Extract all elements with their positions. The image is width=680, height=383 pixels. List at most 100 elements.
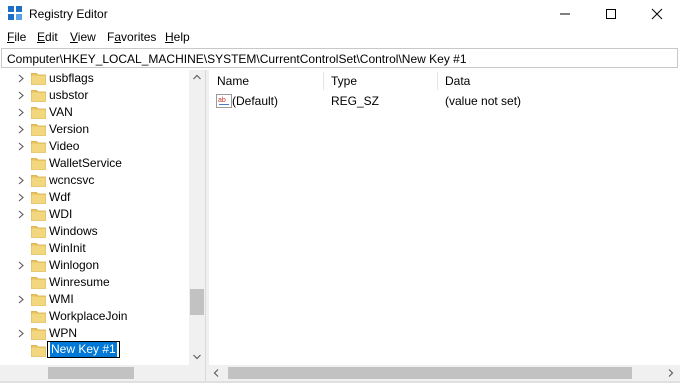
value-type: REG_SZ — [331, 94, 380, 108]
string-value-icon: ab — [216, 94, 232, 108]
chevron-right-icon[interactable] — [17, 261, 25, 270]
rename-input-text[interactable]: New Key #1 — [50, 342, 117, 357]
key-tree[interactable]: usbflags usbstor VAN Version Video WalletServ… — [0, 70, 205, 368]
value-name: (Default) — [232, 94, 279, 108]
value-data: (value not set) — [445, 94, 522, 108]
tree-item[interactable]: WDI — [0, 206, 190, 223]
chevron-right-icon[interactable] — [17, 91, 25, 100]
menu-edit-mnemonic: E — [37, 30, 46, 44]
folder-icon — [31, 311, 46, 323]
tree-item-label: WDI — [49, 207, 73, 221]
menu-favorites-rest: vorites — [121, 30, 157, 44]
tree-item[interactable]: WPN — [0, 325, 190, 342]
chevron-right-icon[interactable] — [17, 210, 25, 219]
tree-item-label: Winlogon — [49, 258, 100, 272]
tree-item[interactable]: Winlogon — [0, 257, 190, 274]
tree-horizontal-scroll-thumb[interactable] — [48, 367, 134, 379]
values-horizontal-scrollbar[interactable] — [209, 365, 680, 381]
values-horizontal-scroll-thumb[interactable] — [228, 367, 632, 379]
tree-item[interactable]: WorkplaceJoin — [0, 308, 190, 325]
folder-icon — [31, 243, 46, 255]
menu-help-rest: elp — [173, 30, 190, 44]
tree-item[interactable]: WMI — [0, 291, 190, 308]
tree-item[interactable]: WinInit — [0, 240, 190, 257]
tree-item-label: WMI — [49, 292, 74, 306]
tree-item-label: Winresume — [49, 275, 110, 289]
maximize-icon — [606, 9, 616, 19]
menu-view-rest: iew — [77, 30, 96, 44]
values-list[interactable]: Name Type Data ab (Default) REG_SZ (valu… — [209, 70, 680, 365]
tree-vertical-scrollbar[interactable] — [189, 70, 205, 366]
menu-favorites[interactable]: Favorites — [107, 30, 156, 44]
chevron-right-icon[interactable] — [17, 125, 25, 134]
folder-icon — [31, 141, 46, 153]
folder-icon — [31, 124, 46, 136]
scroll-right-icon[interactable] — [668, 369, 674, 377]
tree-item[interactable]: Windows — [0, 223, 190, 240]
folder-icon — [31, 175, 46, 187]
folder-icon — [31, 260, 46, 272]
folder-icon — [31, 90, 46, 102]
maximize-button[interactable] — [588, 0, 634, 28]
title-bar: Registry Editor — [0, 0, 680, 28]
chevron-right-icon[interactable] — [17, 295, 25, 304]
menu-file[interactable]: File — [7, 30, 26, 44]
tree-item-label: usbflags — [49, 71, 94, 85]
tree-horizontal-scrollbar[interactable] — [0, 365, 205, 381]
scroll-left-icon[interactable] — [213, 369, 219, 377]
chevron-right-icon[interactable] — [17, 74, 25, 83]
tree-item-label: Wdf — [49, 190, 71, 204]
tree-item[interactable]: Wdf — [0, 189, 190, 206]
menu-help[interactable]: Help — [165, 30, 190, 44]
tree-item-label: WPN — [49, 326, 77, 340]
tree-item[interactable]: Video — [0, 138, 190, 155]
column-divider[interactable] — [437, 72, 438, 90]
tree-item-label: Video — [49, 139, 80, 153]
tree-item-label: Version — [49, 122, 90, 136]
chevron-right-icon[interactable] — [17, 193, 25, 202]
folder-icon — [31, 158, 46, 170]
column-header-name[interactable]: Name — [217, 74, 249, 88]
folder-icon — [31, 73, 46, 85]
tree-vertical-scroll-thumb[interactable] — [190, 289, 204, 315]
menu-view-mnemonic: V — [70, 30, 78, 44]
folder-icon — [31, 328, 46, 340]
list-item[interactable]: ab (Default) REG_SZ (value not set) — [209, 93, 680, 110]
svg-text:ab: ab — [218, 97, 226, 104]
column-divider[interactable] — [323, 72, 324, 90]
address-bar[interactable]: Computer\HKEY_LOCAL_MACHINE\SYSTEM\Curre… — [1, 48, 678, 68]
column-header-type[interactable]: Type — [331, 74, 357, 88]
tree-item[interactable]: usbstor — [0, 87, 190, 104]
rename-input[interactable]: New Key #1 — [47, 341, 120, 358]
tree-item-new-key[interactable]: New Key #1 — [0, 341, 190, 359]
menu-view[interactable]: View — [70, 30, 96, 44]
minimize-button[interactable] — [542, 0, 588, 28]
tree-item[interactable]: Winresume — [0, 274, 190, 291]
tree-item[interactable]: VAN — [0, 104, 190, 121]
folder-icon — [31, 294, 46, 306]
menu-bar: File Edit View Favorites Help — [0, 29, 680, 47]
chevron-right-icon[interactable] — [17, 142, 25, 151]
chevron-right-icon[interactable] — [17, 108, 25, 117]
tree-item-label: Windows — [49, 224, 98, 238]
address-path[interactable]: Computer\HKEY_LOCAL_MACHINE\SYSTEM\Curre… — [7, 52, 467, 66]
scroll-down-icon[interactable] — [193, 354, 201, 360]
tree-item-label: VAN — [49, 105, 73, 119]
folder-icon — [31, 192, 46, 204]
tree-item[interactable]: Version — [0, 121, 190, 138]
chevron-right-icon[interactable] — [17, 329, 25, 338]
tree-item[interactable]: wcncsvc — [0, 172, 190, 189]
scroll-up-icon[interactable] — [193, 74, 201, 80]
folder-icon — [31, 226, 46, 238]
close-button[interactable] — [634, 0, 680, 28]
window-title: Registry Editor — [29, 7, 108, 21]
folder-icon — [31, 345, 46, 357]
menu-edit[interactable]: Edit — [37, 30, 58, 44]
tree-item-label: usbstor — [49, 88, 89, 102]
tree-item[interactable]: usbflags — [0, 70, 190, 87]
minimize-icon — [560, 13, 570, 15]
chevron-right-icon[interactable] — [17, 176, 25, 185]
column-header-data[interactable]: Data — [445, 74, 470, 88]
tree-item[interactable]: WalletService — [0, 155, 190, 172]
folder-icon — [31, 277, 46, 289]
